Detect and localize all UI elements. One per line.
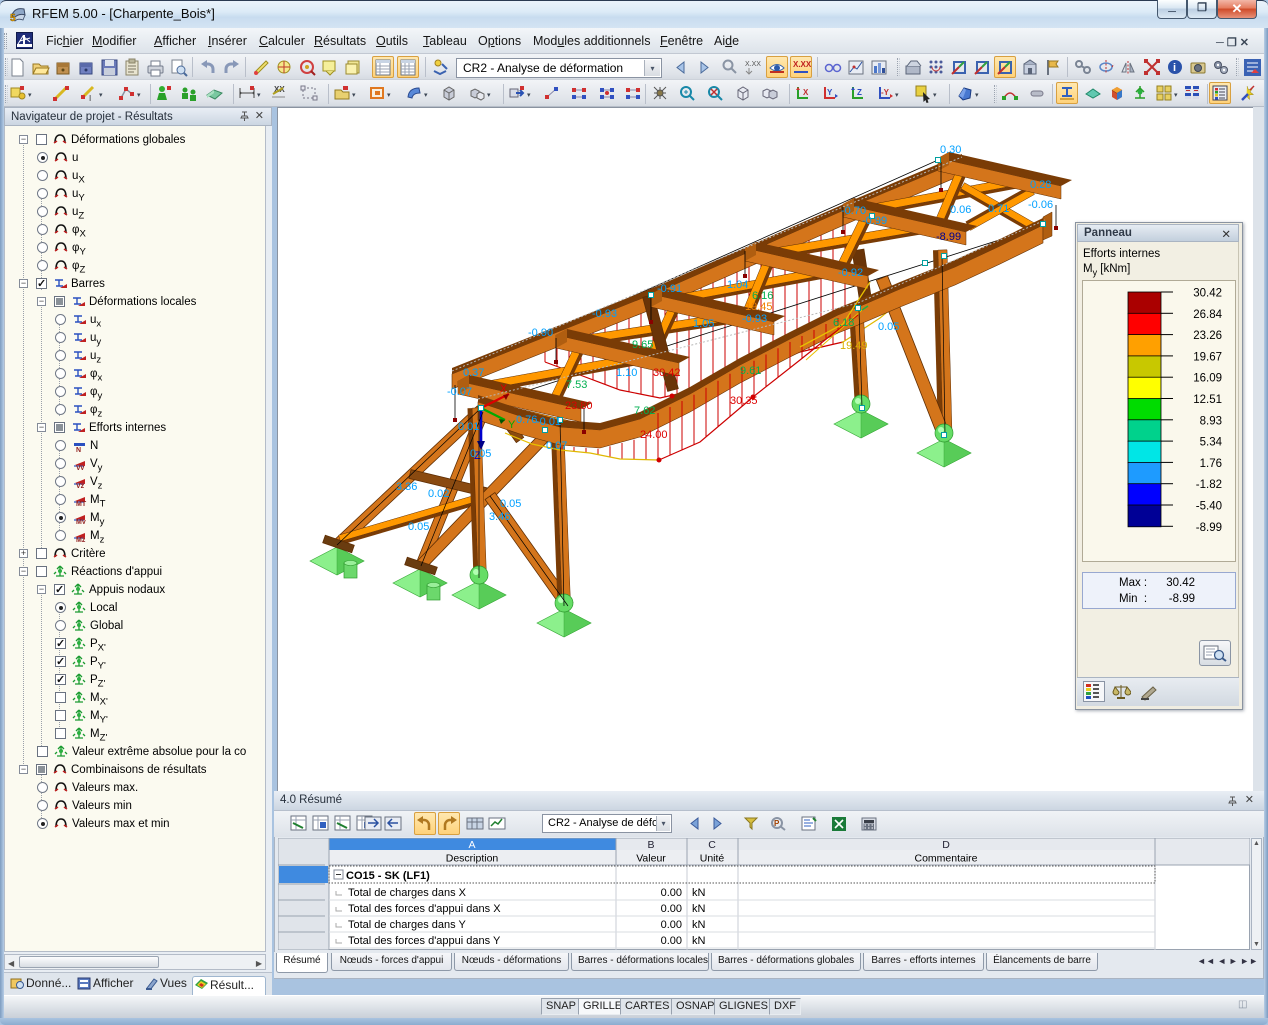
svg-text:kN: kN xyxy=(692,919,706,931)
svg-text:I: I xyxy=(89,94,91,103)
svg-text:Valeur: Valeur xyxy=(636,853,666,865)
svg-text:9.65: 9.65 xyxy=(632,339,653,351)
svg-text:Description: Description xyxy=(446,853,499,865)
svg-text:CO15 - SK (LF1): CO15 - SK (LF1) xyxy=(346,870,430,882)
svg-text:0.05: 0.05 xyxy=(470,448,491,460)
svg-text:-1.82: -1.82 xyxy=(1196,479,1222,491)
svg-text:30.42: 30.42 xyxy=(653,367,681,379)
svg-text:-0.01: -0.01 xyxy=(536,416,561,428)
svg-text:-0.93: -0.93 xyxy=(742,313,767,325)
svg-text:5: 5 xyxy=(10,13,16,23)
svg-text:30.42: 30.42 xyxy=(1193,288,1222,300)
svg-text:12.51: 12.51 xyxy=(1193,394,1222,406)
svg-text:0.37: 0.37 xyxy=(463,367,484,379)
svg-text:X.XX: X.XX xyxy=(745,61,761,68)
svg-text:0.02: 0.02 xyxy=(428,488,449,500)
svg-text:N: N xyxy=(76,447,81,452)
svg-text:0.28: 0.28 xyxy=(1030,179,1051,191)
svg-text:X: X xyxy=(500,383,508,395)
svg-text:1.10: 1.10 xyxy=(616,367,637,379)
svg-text:D: D xyxy=(942,839,950,851)
svg-text:Unité: Unité xyxy=(700,853,725,865)
svg-text:Commentaire: Commentaire xyxy=(914,853,977,865)
svg-text:Z: Z xyxy=(857,88,862,97)
svg-text:16.09: 16.09 xyxy=(1193,373,1222,385)
svg-text:-0.07: -0.07 xyxy=(447,386,472,398)
svg-text:-0.06: -0.06 xyxy=(1028,199,1053,211)
svg-text:5.34: 5.34 xyxy=(1200,437,1223,449)
svg-text:0.05: 0.05 xyxy=(878,321,899,333)
svg-text:Total de charges dans Y: Total de charges dans Y xyxy=(348,919,466,931)
svg-text:kN: kN xyxy=(692,903,706,915)
svg-text:23.80: 23.80 xyxy=(565,400,593,412)
svg-text:0.71: 0.71 xyxy=(988,203,1009,215)
svg-text:-8.99: -8.99 xyxy=(1196,522,1222,534)
svg-text:23.26: 23.26 xyxy=(1193,330,1222,342)
svg-text:19.45: 19.45 xyxy=(745,301,773,313)
svg-text:0.01: 0.01 xyxy=(458,421,479,433)
svg-text:1.76: 1.76 xyxy=(1200,458,1222,470)
svg-text:9.61: 9.61 xyxy=(740,365,761,377)
svg-text:0.05: 0.05 xyxy=(500,498,521,510)
svg-text:kN: kN xyxy=(692,887,706,899)
svg-text:C: C xyxy=(708,839,716,851)
svg-text:Total de charges dans X: Total de charges dans X xyxy=(348,887,467,899)
svg-text:19.49: 19.49 xyxy=(840,340,868,352)
svg-text:0.06: 0.06 xyxy=(950,204,971,216)
svg-text:6.18: 6.18 xyxy=(833,317,854,329)
svg-text:X: X xyxy=(803,88,809,97)
svg-text:MT: MT xyxy=(76,501,87,506)
svg-text:0.76: 0.76 xyxy=(516,414,537,426)
svg-text:24.00: 24.00 xyxy=(640,429,668,441)
svg-text:0.07: 0.07 xyxy=(546,440,567,452)
svg-text:-0.91: -0.91 xyxy=(657,283,682,295)
svg-text:Mz: Mz xyxy=(76,537,86,542)
svg-text:Total des forces d'appui dans: Total des forces d'appui dans X xyxy=(348,903,501,915)
svg-text:19.67: 19.67 xyxy=(1193,351,1222,363)
svg-text:P: P xyxy=(774,819,780,828)
svg-text:1.05: 1.05 xyxy=(693,318,714,330)
svg-text:0.00: 0.00 xyxy=(661,887,682,899)
svg-text:30.35: 30.35 xyxy=(730,395,758,407)
svg-text:7.62: 7.62 xyxy=(634,405,655,417)
svg-text:A: A xyxy=(468,839,475,851)
svg-text:0.00: 0.00 xyxy=(661,903,682,915)
svg-text:-0.92: -0.92 xyxy=(838,267,863,279)
svg-text:7.53: 7.53 xyxy=(566,379,587,391)
svg-text:Vz: Vz xyxy=(76,483,85,488)
svg-text:3.46: 3.46 xyxy=(489,511,510,523)
svg-text:-Y: -Y xyxy=(881,88,890,97)
svg-text:Y: Y xyxy=(827,88,833,97)
svg-text:X.XX: X.XX xyxy=(793,60,811,69)
svg-text:8.93: 8.93 xyxy=(1200,415,1222,427)
svg-text:3.36: 3.36 xyxy=(396,481,417,493)
svg-text:26.84: 26.84 xyxy=(1193,309,1222,321)
svg-text:-5.40: -5.40 xyxy=(1196,501,1222,513)
svg-text:0.00: 0.00 xyxy=(661,919,682,931)
svg-text:1.04: 1.04 xyxy=(727,279,748,291)
svg-text:0.05: 0.05 xyxy=(408,521,429,533)
svg-text:kN: kN xyxy=(692,935,706,947)
svg-text:Y: Y xyxy=(508,419,516,431)
svg-text:Vy: Vy xyxy=(76,465,84,470)
svg-text:i: i xyxy=(1173,62,1176,74)
svg-text:-0.90: -0.90 xyxy=(528,327,553,339)
svg-text:-8.99: -8.99 xyxy=(936,231,961,243)
svg-text:0.30: 0.30 xyxy=(940,144,961,156)
svg-text:Total des forces d'appui dans: Total des forces d'appui dans Y xyxy=(348,935,501,947)
svg-text:-0.99: -0.99 xyxy=(862,215,887,227)
svg-text:0.00: 0.00 xyxy=(661,935,682,947)
svg-text:My: My xyxy=(76,519,86,524)
svg-text:B: B xyxy=(647,839,654,851)
svg-text:-0.93: -0.93 xyxy=(592,308,617,320)
